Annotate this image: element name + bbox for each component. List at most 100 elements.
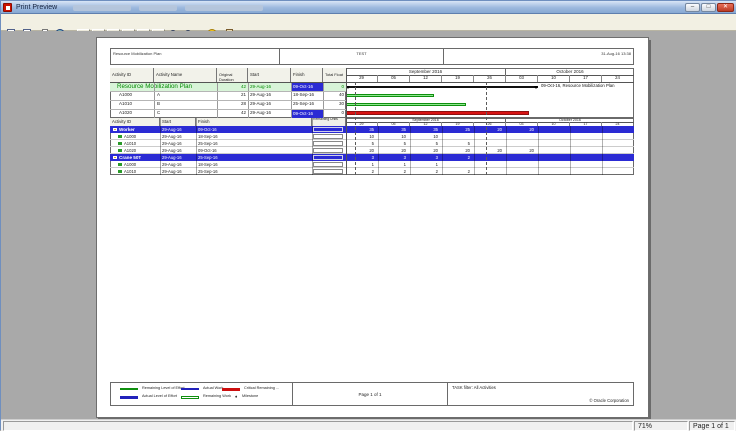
legend-swatch-red-solid (222, 388, 240, 391)
timeline-week: 10 (538, 75, 570, 82)
timeline-week: 24 (602, 75, 633, 82)
activity-id: A1010 (119, 101, 132, 107)
column-header-finish: Finish (291, 68, 323, 82)
window-title: Print Preview (16, 3, 57, 12)
units-cell: 5 (442, 141, 470, 146)
grid-line (110, 91, 346, 92)
activity-id: A1020 (119, 110, 132, 116)
resource-finish: 25-Sep-16 (198, 169, 218, 174)
activity-name: B (157, 101, 160, 107)
report-page: Resource Mobilization Plan TEST 31-Aug-1… (96, 37, 649, 418)
grid-line (346, 68, 347, 175)
units-cell: 20 (346, 148, 374, 153)
resource-start: 29-Aug-16 (162, 169, 182, 174)
resource-finish: 25-Sep-16 (198, 155, 218, 160)
activity-start: 29-Aug-16 (250, 92, 271, 98)
page-number-box: Page 1 of 1 (292, 382, 448, 406)
units-cell: 10 (410, 134, 438, 139)
units-cell: 20 (474, 127, 502, 132)
resource-start: 29-Aug-16 (162, 141, 182, 146)
units-cell: 3 (346, 155, 374, 160)
activity-finish: 09-Oct-16 (291, 109, 323, 118)
activity-row-summary: Resource Mobilization Plan 42 29-Aug-16 … (110, 82, 346, 91)
legend-swatch-green-solid (120, 388, 138, 390)
resource-finish: 18-Sep-16 (198, 134, 218, 139)
resource-name: Crane 50T (119, 155, 141, 161)
title-bar[interactable]: Print Preview – □ ✕ (1, 1, 736, 14)
units-cell: 5 (378, 141, 406, 146)
units-cell: 3 (410, 155, 438, 160)
redacted-title-text (139, 5, 177, 11)
remaining-units-box (313, 141, 343, 147)
units-cell: 1 (410, 162, 438, 167)
units-cell: 20 (442, 148, 470, 153)
report-header-center: TEST (279, 48, 444, 65)
resource-activity-id: A1010 (124, 141, 136, 146)
legend-label: Remaining Level of Effort (142, 386, 185, 391)
resource-finish: 09-Oct-16 (198, 127, 217, 132)
units-cell: 2 (346, 169, 374, 174)
activity-total-float: 30 (323, 101, 344, 107)
gantt-bar-a1010 (346, 103, 466, 106)
legend-label: Actual Work (203, 386, 223, 391)
month-boundary-line (486, 82, 487, 175)
grid-line (312, 118, 313, 175)
column-header-activity-id: Activity ID (110, 118, 160, 126)
legend-swatch-green-outline (181, 396, 199, 399)
activity-total-float: 40 (323, 92, 344, 98)
grid-line (110, 100, 346, 101)
grid-line (378, 126, 379, 175)
units-cell: 2 (442, 155, 470, 160)
legend-swatch-blue-solid (181, 388, 199, 390)
resource-group-row: Crane 50T 29-Aug-16 25-Sep-16 3 3 3 2 (110, 154, 634, 161)
resource-start: 29-Aug-16 (162, 127, 182, 132)
resource-assignment-row: A1010 29-Aug-16 25-Sep-16 5 5 5 5 (110, 140, 634, 147)
print-preview-window: { "window": { "title": "Print Preview", … (0, 0, 736, 430)
resource-assignment-row: A1000 29-Aug-16 18-Sep-16 10 10 10 (110, 133, 634, 140)
column-header-start: Start (248, 68, 291, 82)
activity-duration: 42 (217, 110, 246, 116)
units-cell: 20 (410, 148, 438, 153)
resource-assignment-icon (118, 142, 122, 146)
minimize-button[interactable]: – (685, 3, 700, 12)
resource-assignment-icon (118, 149, 122, 153)
timeline-month-september: September 2016 (346, 68, 506, 75)
toolbar: « ◀ ▶ ▲ ▼ » + − ? → (1, 14, 736, 31)
grid-line (602, 126, 603, 175)
resource-group-icon (113, 156, 117, 160)
resource-group-row: Worker 29-Aug-16 09-Oct-16 35 35 35 25 2… (110, 126, 634, 133)
resource-activity-id: A1020 (124, 148, 136, 153)
activity-duration: 21 (217, 92, 246, 98)
resource-assignment-icon (118, 170, 122, 174)
units-cell: 2 (442, 169, 470, 174)
timeline-week: 17 (570, 75, 602, 82)
gantt-bar-summary (346, 86, 538, 88)
legend-label: Critical Remaining ... (244, 386, 279, 391)
units-cell: 25 (442, 127, 470, 132)
remaining-units-box (313, 155, 343, 161)
timeline-week: 26 (474, 75, 506, 82)
resource-activity-id: A1000 (124, 162, 136, 167)
redacted-title-text (185, 5, 263, 11)
preview-work-area: Resource Mobilization Plan TEST 31-Aug-1… (1, 31, 736, 419)
units-cell: 10 (346, 134, 374, 139)
grid-line (196, 118, 197, 175)
remaining-units-box (313, 162, 343, 168)
column-header-remaining-units: Remaining Units (312, 118, 346, 126)
activity-finish: 18-Sep-16 (293, 92, 314, 98)
maximize-button[interactable]: □ (701, 3, 716, 12)
grid-line (110, 82, 346, 83)
filter-label: TASK filter: All Activities (452, 385, 496, 390)
units-cell: 2 (410, 169, 438, 174)
report-header-datestamp: 31-Aug-16 13:38 (443, 48, 634, 65)
units-cell: 2 (378, 169, 406, 174)
units-cell: 20 (506, 148, 534, 153)
units-cell: 3 (378, 155, 406, 160)
app-icon (3, 3, 12, 12)
data-date-line (355, 82, 356, 175)
redacted-title-text (73, 5, 131, 11)
legend-label: Remaining Work (203, 394, 231, 399)
close-button[interactable]: ✕ (717, 3, 734, 12)
units-cell: 1 (346, 162, 374, 167)
resource-start: 29-Aug-16 (162, 134, 182, 139)
